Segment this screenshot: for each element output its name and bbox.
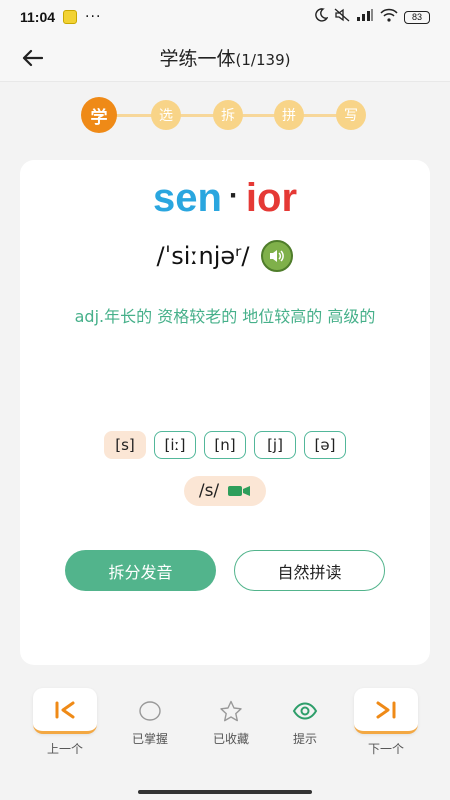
phoneme-chip[interactable]: [n]: [204, 431, 246, 459]
favorite-toggle[interactable]: 已收藏: [201, 700, 261, 747]
phoneme-chip[interactable]: [s]: [104, 431, 146, 459]
signal-icon: [356, 8, 374, 26]
more-notifications-icon: ···: [85, 9, 102, 25]
syllable-separator: ·: [228, 179, 239, 212]
word-display: sen · ior: [20, 176, 430, 221]
phoneme-chip[interactable]: [j]: [254, 431, 296, 459]
step-indicator: 学 选 拆 拼 写: [81, 97, 366, 133]
favorite-label: 已收藏: [212, 732, 249, 746]
word-definition: adj.年长的 资格较老的 地位较高的 高级的: [74, 307, 376, 326]
back-button[interactable]: [18, 44, 46, 72]
split-pronunciation-button[interactable]: 拆分发音: [65, 550, 216, 591]
next-button[interactable]: [354, 688, 418, 734]
moon-icon: [314, 8, 329, 26]
step-choose[interactable]: 选: [151, 100, 181, 130]
word-syllable-2: ior: [245, 176, 298, 220]
video-camera-icon: [228, 486, 251, 496]
speaker-icon: [270, 250, 285, 262]
circle-outline-icon: [139, 701, 161, 721]
word-card: sen · ior /ˈsiːnjəʳ/ adj.年长的 资格较老的 地位较高的 高…: [20, 160, 430, 665]
mute-icon: [334, 8, 350, 26]
step-write[interactable]: 写: [336, 100, 366, 130]
phoneme-list: [s] [iː] [n] [j] [ə]: [20, 431, 430, 459]
page-title: 学练一体(1/139): [160, 44, 291, 71]
phoneme-chip[interactable]: [iː]: [154, 431, 196, 459]
status-time: 11:04: [20, 9, 56, 25]
current-sound-text: /s/: [198, 481, 220, 501]
phoneme-chip[interactable]: [ə]: [304, 431, 346, 459]
current-sound-button[interactable]: /s/: [184, 476, 266, 506]
home-indicator[interactable]: [138, 790, 312, 794]
next-label: 下一个: [367, 742, 404, 756]
progress-count: (1/139): [235, 51, 291, 69]
bottom-toolbar: 上一个 已掌握 已收藏 提示 下一个: [0, 680, 450, 770]
app-header: 学练一体(1/139): [0, 34, 450, 82]
step-spell[interactable]: 拼: [274, 100, 304, 130]
app-notification-icon: [63, 10, 78, 24]
previous-button[interactable]: [33, 688, 97, 734]
previous-label: 上一个: [46, 742, 83, 756]
skip-next-icon: [376, 701, 396, 718]
mastered-label: 已掌握: [131, 732, 168, 746]
eye-icon: [292, 702, 318, 720]
phonetic-row: /ˈsiːnjəʳ/: [20, 240, 430, 272]
status-icons: 83: [314, 8, 430, 26]
status-bar: 11:04 ··· 83: [0, 0, 450, 34]
phonetic-text: /ˈsiːnjəʳ/: [156, 242, 250, 270]
skip-previous-icon: [55, 701, 75, 718]
natural-phonics-button[interactable]: 自然拼读: [234, 550, 385, 591]
hint-button[interactable]: 提示: [275, 700, 335, 747]
battery-icon: 83: [404, 10, 430, 24]
page-title-text: 学练一体: [159, 48, 236, 70]
play-pronunciation-button[interactable]: [261, 240, 294, 272]
step-split[interactable]: 拆: [213, 100, 243, 130]
wifi-icon: [380, 8, 398, 26]
step-learn[interactable]: 学: [81, 97, 117, 133]
star-outline-icon: [220, 700, 242, 722]
mastered-toggle[interactable]: 已掌握: [120, 700, 180, 747]
word-syllable-1: sen: [152, 176, 222, 220]
arrow-left-icon: [22, 49, 43, 67]
hint-label: 提示: [292, 732, 317, 746]
